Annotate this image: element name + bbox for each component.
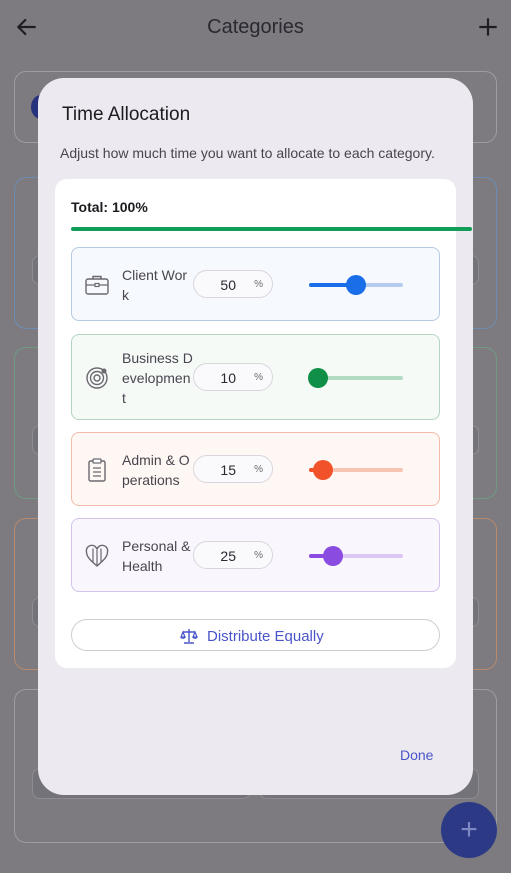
percent-value: 10 [220,370,236,386]
allocation-slider[interactable] [309,460,403,480]
balance-scale-icon [180,629,198,644]
percent-input[interactable]: 10 % [193,363,273,391]
percent-value: 15 [220,462,236,478]
slider-thumb[interactable] [313,460,334,480]
target-icon [86,367,108,389]
category-label: Admin & Operations [122,452,190,488]
add-category-fab[interactable]: + [441,802,497,858]
total-progress-bar [71,227,472,231]
percent-value: 25 [220,548,236,564]
category-label: Client Work [122,267,188,303]
slider-thumb[interactable] [322,546,343,566]
dialog-subtitle: Adjust how much time you want to allocat… [60,145,435,161]
slider-thumb[interactable] [308,368,329,388]
percent-value: 50 [220,277,236,293]
category-row-business-development: Business Development 10 % [71,334,440,420]
heart-icon [85,544,109,567]
category-label: Business Development [122,350,193,406]
app-bar: Categories [0,0,511,56]
clipboard-icon [88,458,106,482]
percent-symbol: % [254,279,263,290]
distribute-equally-button[interactable]: Distribute Equally [71,619,440,651]
distribute-equally-label: Distribute Equally [207,628,324,645]
allocation-slider[interactable] [309,546,403,566]
dialog-title: Time Allocation [62,104,191,125]
allocation-panel: Total: 100% Client Work 50 % Business De… [55,179,472,668]
percent-input[interactable]: 25 % [193,541,273,569]
slider-thumb[interactable] [346,275,366,295]
add-icon[interactable] [475,14,501,40]
allocation-slider[interactable] [309,275,403,295]
category-row-personal-health: Personal & Health 25 % [71,518,440,592]
briefcase-icon [85,275,109,295]
percent-input[interactable]: 15 % [193,455,273,483]
category-label: Personal & Health [122,538,191,574]
category-row-client-work: Client Work 50 % [71,247,440,321]
percent-input[interactable]: 50 % [193,270,273,298]
total-label: Total: 100% [71,199,148,215]
percent-symbol: % [254,464,263,475]
category-row-admin-operations: Admin & Operations 15 % [71,432,440,506]
percent-symbol: % [254,550,263,561]
time-allocation-dialog: Time Allocation Adjust how much time you… [38,78,473,795]
page-title: Categories [207,16,304,38]
allocation-slider[interactable] [308,368,403,388]
percent-symbol: % [254,372,263,383]
plus-icon: + [460,813,478,846]
done-button[interactable]: Done [400,747,433,763]
